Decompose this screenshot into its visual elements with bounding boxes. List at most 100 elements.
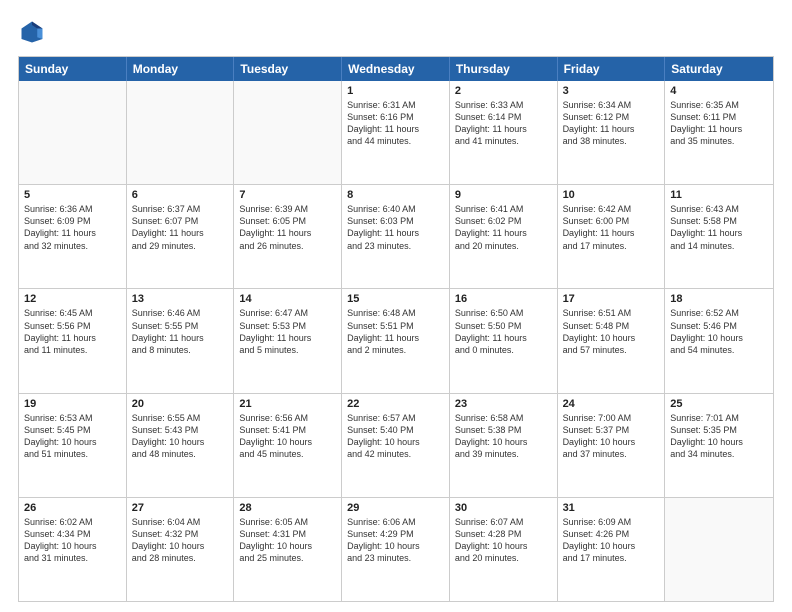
calendar-cell: 2 Sunrise: 6:33 AMSunset: 6:14 PMDaylight… <box>450 81 558 184</box>
calendar-cell: 30 Sunrise: 6:07 AMSunset: 4:28 PMDayligh… <box>450 498 558 601</box>
calendar-row-2: 12 Sunrise: 6:45 AMSunset: 5:56 PMDayligh… <box>19 288 773 392</box>
day-info: Sunrise: 6:05 AMSunset: 4:31 PMDaylight:… <box>239 516 336 565</box>
header-day-friday: Friday <box>558 57 666 81</box>
day-info: Sunrise: 6:56 AMSunset: 5:41 PMDaylight:… <box>239 412 336 461</box>
calendar-cell: 10 Sunrise: 6:42 AMSunset: 6:00 PMDayligh… <box>558 185 666 288</box>
day-info: Sunrise: 6:48 AMSunset: 5:51 PMDaylight:… <box>347 307 444 356</box>
day-info: Sunrise: 6:31 AMSunset: 6:16 PMDaylight:… <box>347 99 444 148</box>
day-info: Sunrise: 6:04 AMSunset: 4:32 PMDaylight:… <box>132 516 229 565</box>
day-info: Sunrise: 6:37 AMSunset: 6:07 PMDaylight:… <box>132 203 229 252</box>
calendar-cell: 1 Sunrise: 6:31 AMSunset: 6:16 PMDaylight… <box>342 81 450 184</box>
day-number: 17 <box>563 293 660 305</box>
day-number: 27 <box>132 502 229 514</box>
day-info: Sunrise: 6:35 AMSunset: 6:11 PMDaylight:… <box>670 99 768 148</box>
calendar-row-3: 19 Sunrise: 6:53 AMSunset: 5:45 PMDayligh… <box>19 393 773 497</box>
day-number: 3 <box>563 85 660 97</box>
day-info: Sunrise: 6:46 AMSunset: 5:55 PMDaylight:… <box>132 307 229 356</box>
day-number: 30 <box>455 502 552 514</box>
day-info: Sunrise: 6:07 AMSunset: 4:28 PMDaylight:… <box>455 516 552 565</box>
day-info: Sunrise: 6:41 AMSunset: 6:02 PMDaylight:… <box>455 203 552 252</box>
day-number: 11 <box>670 189 768 201</box>
day-info: Sunrise: 6:47 AMSunset: 5:53 PMDaylight:… <box>239 307 336 356</box>
day-number: 15 <box>347 293 444 305</box>
day-number: 31 <box>563 502 660 514</box>
calendar-cell: 18 Sunrise: 6:52 AMSunset: 5:46 PMDayligh… <box>665 289 773 392</box>
day-number: 20 <box>132 398 229 410</box>
header-day-wednesday: Wednesday <box>342 57 450 81</box>
day-info: Sunrise: 6:06 AMSunset: 4:29 PMDaylight:… <box>347 516 444 565</box>
calendar-cell: 21 Sunrise: 6:56 AMSunset: 5:41 PMDayligh… <box>234 394 342 497</box>
calendar-cell <box>19 81 127 184</box>
day-number: 22 <box>347 398 444 410</box>
day-number: 21 <box>239 398 336 410</box>
header-day-saturday: Saturday <box>665 57 773 81</box>
day-number: 16 <box>455 293 552 305</box>
header <box>18 18 774 46</box>
calendar-cell: 6 Sunrise: 6:37 AMSunset: 6:07 PMDaylight… <box>127 185 235 288</box>
calendar-cell: 17Sunrise: 6:51 AMSunset: 5:48 PMDayligh… <box>558 289 666 392</box>
calendar-cell: 13 Sunrise: 6:46 AMSunset: 5:55 PMDayligh… <box>127 289 235 392</box>
day-info: Sunrise: 6:50 AMSunset: 5:50 PMDaylight:… <box>455 307 552 356</box>
day-info: Sunrise: 7:01 AMSunset: 5:35 PMDaylight:… <box>670 412 768 461</box>
day-number: 5 <box>24 189 121 201</box>
calendar-cell: 27 Sunrise: 6:04 AMSunset: 4:32 PMDayligh… <box>127 498 235 601</box>
day-info: Sunrise: 6:09 AMSunset: 4:26 PMDaylight:… <box>563 516 660 565</box>
day-number: 26 <box>24 502 121 514</box>
calendar-cell <box>127 81 235 184</box>
page: SundayMondayTuesdayWednesdayThursdayFrid… <box>0 0 792 612</box>
day-info: Sunrise: 6:42 AMSunset: 6:00 PMDaylight:… <box>563 203 660 252</box>
day-info: Sunrise: 6:33 AMSunset: 6:14 PMDaylight:… <box>455 99 552 148</box>
day-info: Sunrise: 6:52 AMSunset: 5:46 PMDaylight:… <box>670 307 768 356</box>
calendar-cell: 7Sunrise: 6:39 AMSunset: 6:05 PMDaylight… <box>234 185 342 288</box>
day-info: Sunrise: 6:36 AMSunset: 6:09 PMDaylight:… <box>24 203 121 252</box>
calendar-cell: 23Sunrise: 6:58 AMSunset: 5:38 PMDayligh… <box>450 394 558 497</box>
calendar-body: 1 Sunrise: 6:31 AMSunset: 6:16 PMDaylight… <box>19 81 773 601</box>
day-info: Sunrise: 6:40 AMSunset: 6:03 PMDaylight:… <box>347 203 444 252</box>
day-number: 9 <box>455 189 552 201</box>
day-number: 4 <box>670 85 768 97</box>
calendar-cell: 8 Sunrise: 6:40 AMSunset: 6:03 PMDaylight… <box>342 185 450 288</box>
calendar-cell: 3Sunrise: 6:34 AMSunset: 6:12 PMDaylight… <box>558 81 666 184</box>
calendar-cell: 26 Sunrise: 6:02 AMSunset: 4:34 PMDayligh… <box>19 498 127 601</box>
day-info: Sunrise: 7:00 AMSunset: 5:37 PMDaylight:… <box>563 412 660 461</box>
calendar-cell: 11 Sunrise: 6:43 AMSunset: 5:58 PMDayligh… <box>665 185 773 288</box>
calendar-cell: 15 Sunrise: 6:48 AMSunset: 5:51 PMDayligh… <box>342 289 450 392</box>
day-number: 12 <box>24 293 121 305</box>
day-info: Sunrise: 6:39 AMSunset: 6:05 PMDaylight:… <box>239 203 336 252</box>
header-day-tuesday: Tuesday <box>234 57 342 81</box>
calendar-cell: 24 Sunrise: 7:00 AMSunset: 5:37 PMDayligh… <box>558 394 666 497</box>
calendar-cell: 9 Sunrise: 6:41 AMSunset: 6:02 PMDaylight… <box>450 185 558 288</box>
day-number: 23 <box>455 398 552 410</box>
calendar-row-4: 26 Sunrise: 6:02 AMSunset: 4:34 PMDayligh… <box>19 497 773 601</box>
calendar-cell <box>234 81 342 184</box>
day-number: 10 <box>563 189 660 201</box>
day-number: 14 <box>239 293 336 305</box>
calendar-cell: 20Sunrise: 6:55 AMSunset: 5:43 PMDayligh… <box>127 394 235 497</box>
header-day-monday: Monday <box>127 57 235 81</box>
calendar-row-0: 1 Sunrise: 6:31 AMSunset: 6:16 PMDaylight… <box>19 81 773 184</box>
calendar-header: SundayMondayTuesdayWednesdayThursdayFrid… <box>19 57 773 81</box>
day-info: Sunrise: 6:57 AMSunset: 5:40 PMDaylight:… <box>347 412 444 461</box>
day-number: 24 <box>563 398 660 410</box>
day-number: 25 <box>670 398 768 410</box>
day-number: 6 <box>132 189 229 201</box>
day-number: 2 <box>455 85 552 97</box>
day-info: Sunrise: 6:53 AMSunset: 5:45 PMDaylight:… <box>24 412 121 461</box>
calendar-cell: 29Sunrise: 6:06 AMSunset: 4:29 PMDayligh… <box>342 498 450 601</box>
day-info: Sunrise: 6:43 AMSunset: 5:58 PMDaylight:… <box>670 203 768 252</box>
header-day-thursday: Thursday <box>450 57 558 81</box>
day-info: Sunrise: 6:45 AMSunset: 5:56 PMDaylight:… <box>24 307 121 356</box>
header-day-sunday: Sunday <box>19 57 127 81</box>
calendar-cell: 5 Sunrise: 6:36 AMSunset: 6:09 PMDaylight… <box>19 185 127 288</box>
calendar-cell: 19 Sunrise: 6:53 AMSunset: 5:45 PMDayligh… <box>19 394 127 497</box>
day-number: 18 <box>670 293 768 305</box>
day-info: Sunrise: 6:02 AMSunset: 4:34 PMDaylight:… <box>24 516 121 565</box>
calendar-cell <box>665 498 773 601</box>
day-number: 8 <box>347 189 444 201</box>
day-number: 19 <box>24 398 121 410</box>
calendar-cell: 12 Sunrise: 6:45 AMSunset: 5:56 PMDayligh… <box>19 289 127 392</box>
calendar-row-1: 5 Sunrise: 6:36 AMSunset: 6:09 PMDaylight… <box>19 184 773 288</box>
day-number: 13 <box>132 293 229 305</box>
day-number: 1 <box>347 85 444 97</box>
logo <box>18 18 50 46</box>
